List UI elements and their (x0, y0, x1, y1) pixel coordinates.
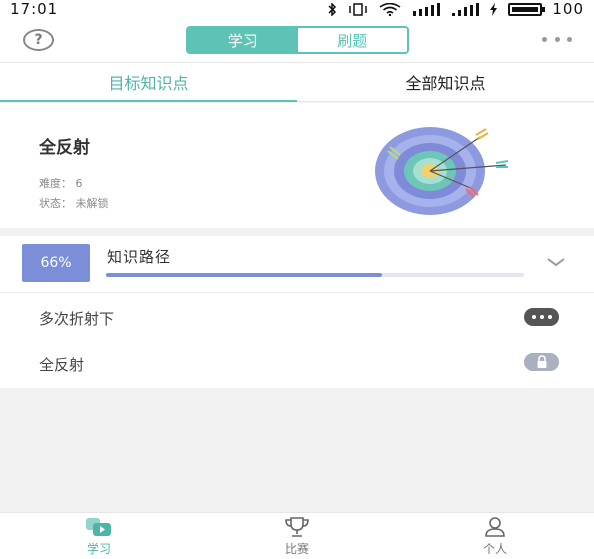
help-icon[interactable]: ? (23, 29, 54, 51)
progress-badge: 66% (22, 244, 90, 282)
charging-icon (490, 2, 498, 16)
status-icons: 100 (327, 0, 584, 18)
nav-label-study: 学习 (86, 542, 111, 556)
wifi-icon (379, 2, 401, 16)
progress-bar-fill (106, 273, 382, 277)
tab-target-knowledge[interactable]: 目标知识点 (0, 63, 297, 102)
vibrate-icon (349, 2, 368, 16)
progress-bar (106, 273, 524, 277)
list-item-label: 全反射 (39, 356, 85, 374)
knowledge-path: 66% 知识路径 多次折射下 全反射 (0, 236, 594, 388)
nav-item-contest[interactable]: 比赛 (198, 513, 396, 559)
target-illustration (375, 127, 509, 215)
more-dots-icon[interactable] (524, 308, 559, 326)
battery-level: 100 (552, 0, 584, 18)
top-bar: ? 学习 刷题 (0, 18, 594, 62)
nav-item-study[interactable]: 学习 (0, 513, 198, 559)
knowledge-status: 状态： 未解锁 (39, 197, 109, 210)
person-icon (485, 517, 505, 537)
mode-switch: 学习 刷题 (186, 26, 409, 54)
status-time: 17:01 (10, 0, 59, 18)
tab-all-knowledge[interactable]: 全部知识点 (297, 63, 594, 101)
lock-icon[interactable] (524, 353, 559, 371)
status-bar: 17:01 100 (0, 0, 594, 18)
chevron-down-icon[interactable] (546, 255, 566, 269)
list-item-label: 多次折射下 (39, 310, 115, 328)
path-title: 知识路径 (107, 248, 172, 266)
bluetooth-icon (328, 2, 337, 16)
nav-item-profile[interactable]: 个人 (396, 513, 594, 559)
more-options-icon[interactable] (542, 34, 572, 44)
study-icon (86, 518, 111, 536)
battery-icon (508, 2, 546, 16)
divider (0, 292, 594, 293)
segment-study[interactable]: 学习 (188, 28, 298, 52)
nav-label-profile: 个人 (482, 542, 507, 556)
bottom-nav: 学习 比赛 个人 (0, 512, 594, 559)
knowledge-title: 全反射 (39, 138, 90, 158)
segment-practice[interactable]: 刷题 (297, 28, 407, 52)
knowledge-difficulty: 难度： 6 (39, 177, 83, 190)
knowledge-tabs: 目标知识点 全部知识点 (0, 62, 594, 102)
trophy-icon (285, 517, 309, 537)
list-item[interactable]: 全反射 (0, 340, 594, 386)
signal-icon (413, 2, 441, 16)
signal-icon-2 (452, 2, 480, 16)
knowledge-card[interactable]: 全反射 难度： 6 状态： 未解锁 (0, 103, 594, 228)
list-item[interactable]: 多次折射下 (0, 294, 594, 340)
nav-label-contest: 比赛 (284, 542, 309, 556)
